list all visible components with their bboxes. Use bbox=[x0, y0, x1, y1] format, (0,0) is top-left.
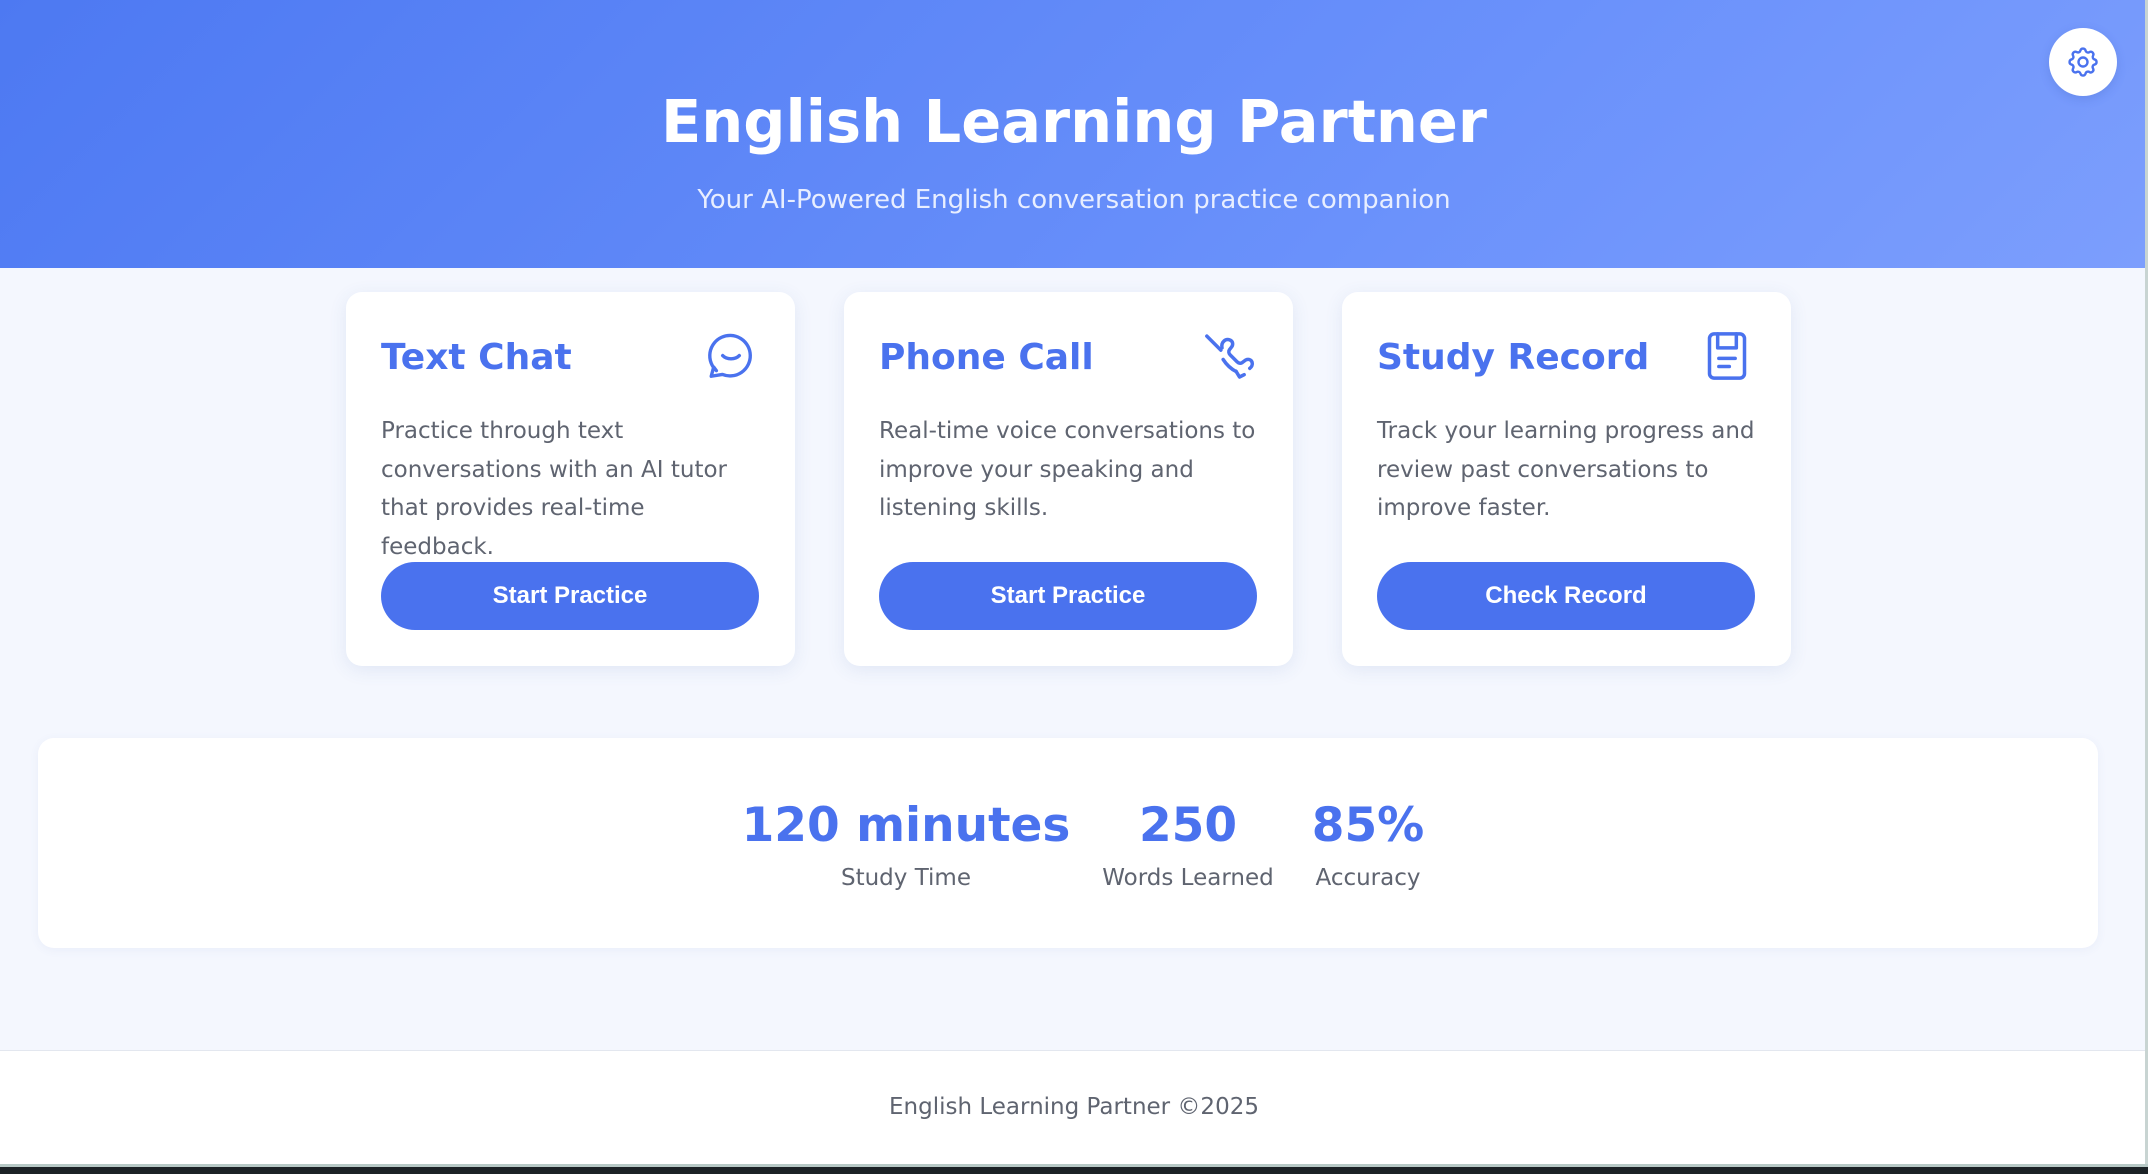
stat-value: 120 minutes bbox=[741, 798, 1071, 853]
stat-words-learned: 250 Words Learned bbox=[1068, 796, 1308, 898]
stat-study-time: 120 minutes Study Time bbox=[724, 796, 1088, 898]
stat-label: Study Time bbox=[840, 865, 971, 891]
phone-call-icon bbox=[1201, 328, 1257, 384]
card-study-record: Study Record Track your learning progres… bbox=[1342, 292, 1791, 666]
check-record-button[interactable]: Check Record bbox=[1377, 562, 1755, 630]
gear-icon bbox=[2065, 44, 2101, 80]
page-title: English Learning Partner bbox=[660, 87, 1488, 156]
app-header: English Learning Partner Your AI-Powered… bbox=[0, 0, 2148, 268]
stats-panel: 120 minutes Study Time 250 Words Learned… bbox=[38, 738, 2098, 948]
page-subtitle: Your AI-Powered English conversation pra… bbox=[697, 185, 1451, 215]
page-footer: English Learning Partner ©2025 bbox=[0, 1050, 2148, 1165]
taskbar-strip bbox=[0, 1164, 2148, 1174]
footer-copyright: English Learning Partner ©2025 bbox=[889, 1094, 1259, 1120]
start-phone-practice-button[interactable]: Start Practice bbox=[879, 562, 1257, 630]
card-title: Study Record bbox=[1377, 337, 1650, 378]
chat-bubble-icon bbox=[703, 328, 759, 384]
card-description: Real-time voice conversations to improve… bbox=[879, 418, 1256, 521]
card-description: Practice through text conversations with… bbox=[381, 418, 727, 560]
stat-accuracy: 85% Accuracy bbox=[1288, 796, 1448, 898]
card-phone-call: Phone Call Real-time voice conversations… bbox=[844, 292, 1293, 666]
settings-button[interactable] bbox=[2049, 28, 2117, 96]
stat-label: Accuracy bbox=[1315, 865, 1421, 891]
card-description: Track your learning progress and review … bbox=[1377, 418, 1755, 521]
stat-label: Words Learned bbox=[1102, 865, 1274, 891]
start-text-practice-button[interactable]: Start Practice bbox=[381, 562, 759, 630]
record-document-icon bbox=[1699, 328, 1755, 384]
stat-value: 250 bbox=[1138, 798, 1238, 853]
stat-value: 85% bbox=[1311, 798, 1425, 853]
card-title: Phone Call bbox=[879, 337, 1094, 378]
card-title: Text Chat bbox=[381, 337, 572, 378]
card-text-chat: Text Chat Practice through text conversa… bbox=[346, 292, 795, 666]
